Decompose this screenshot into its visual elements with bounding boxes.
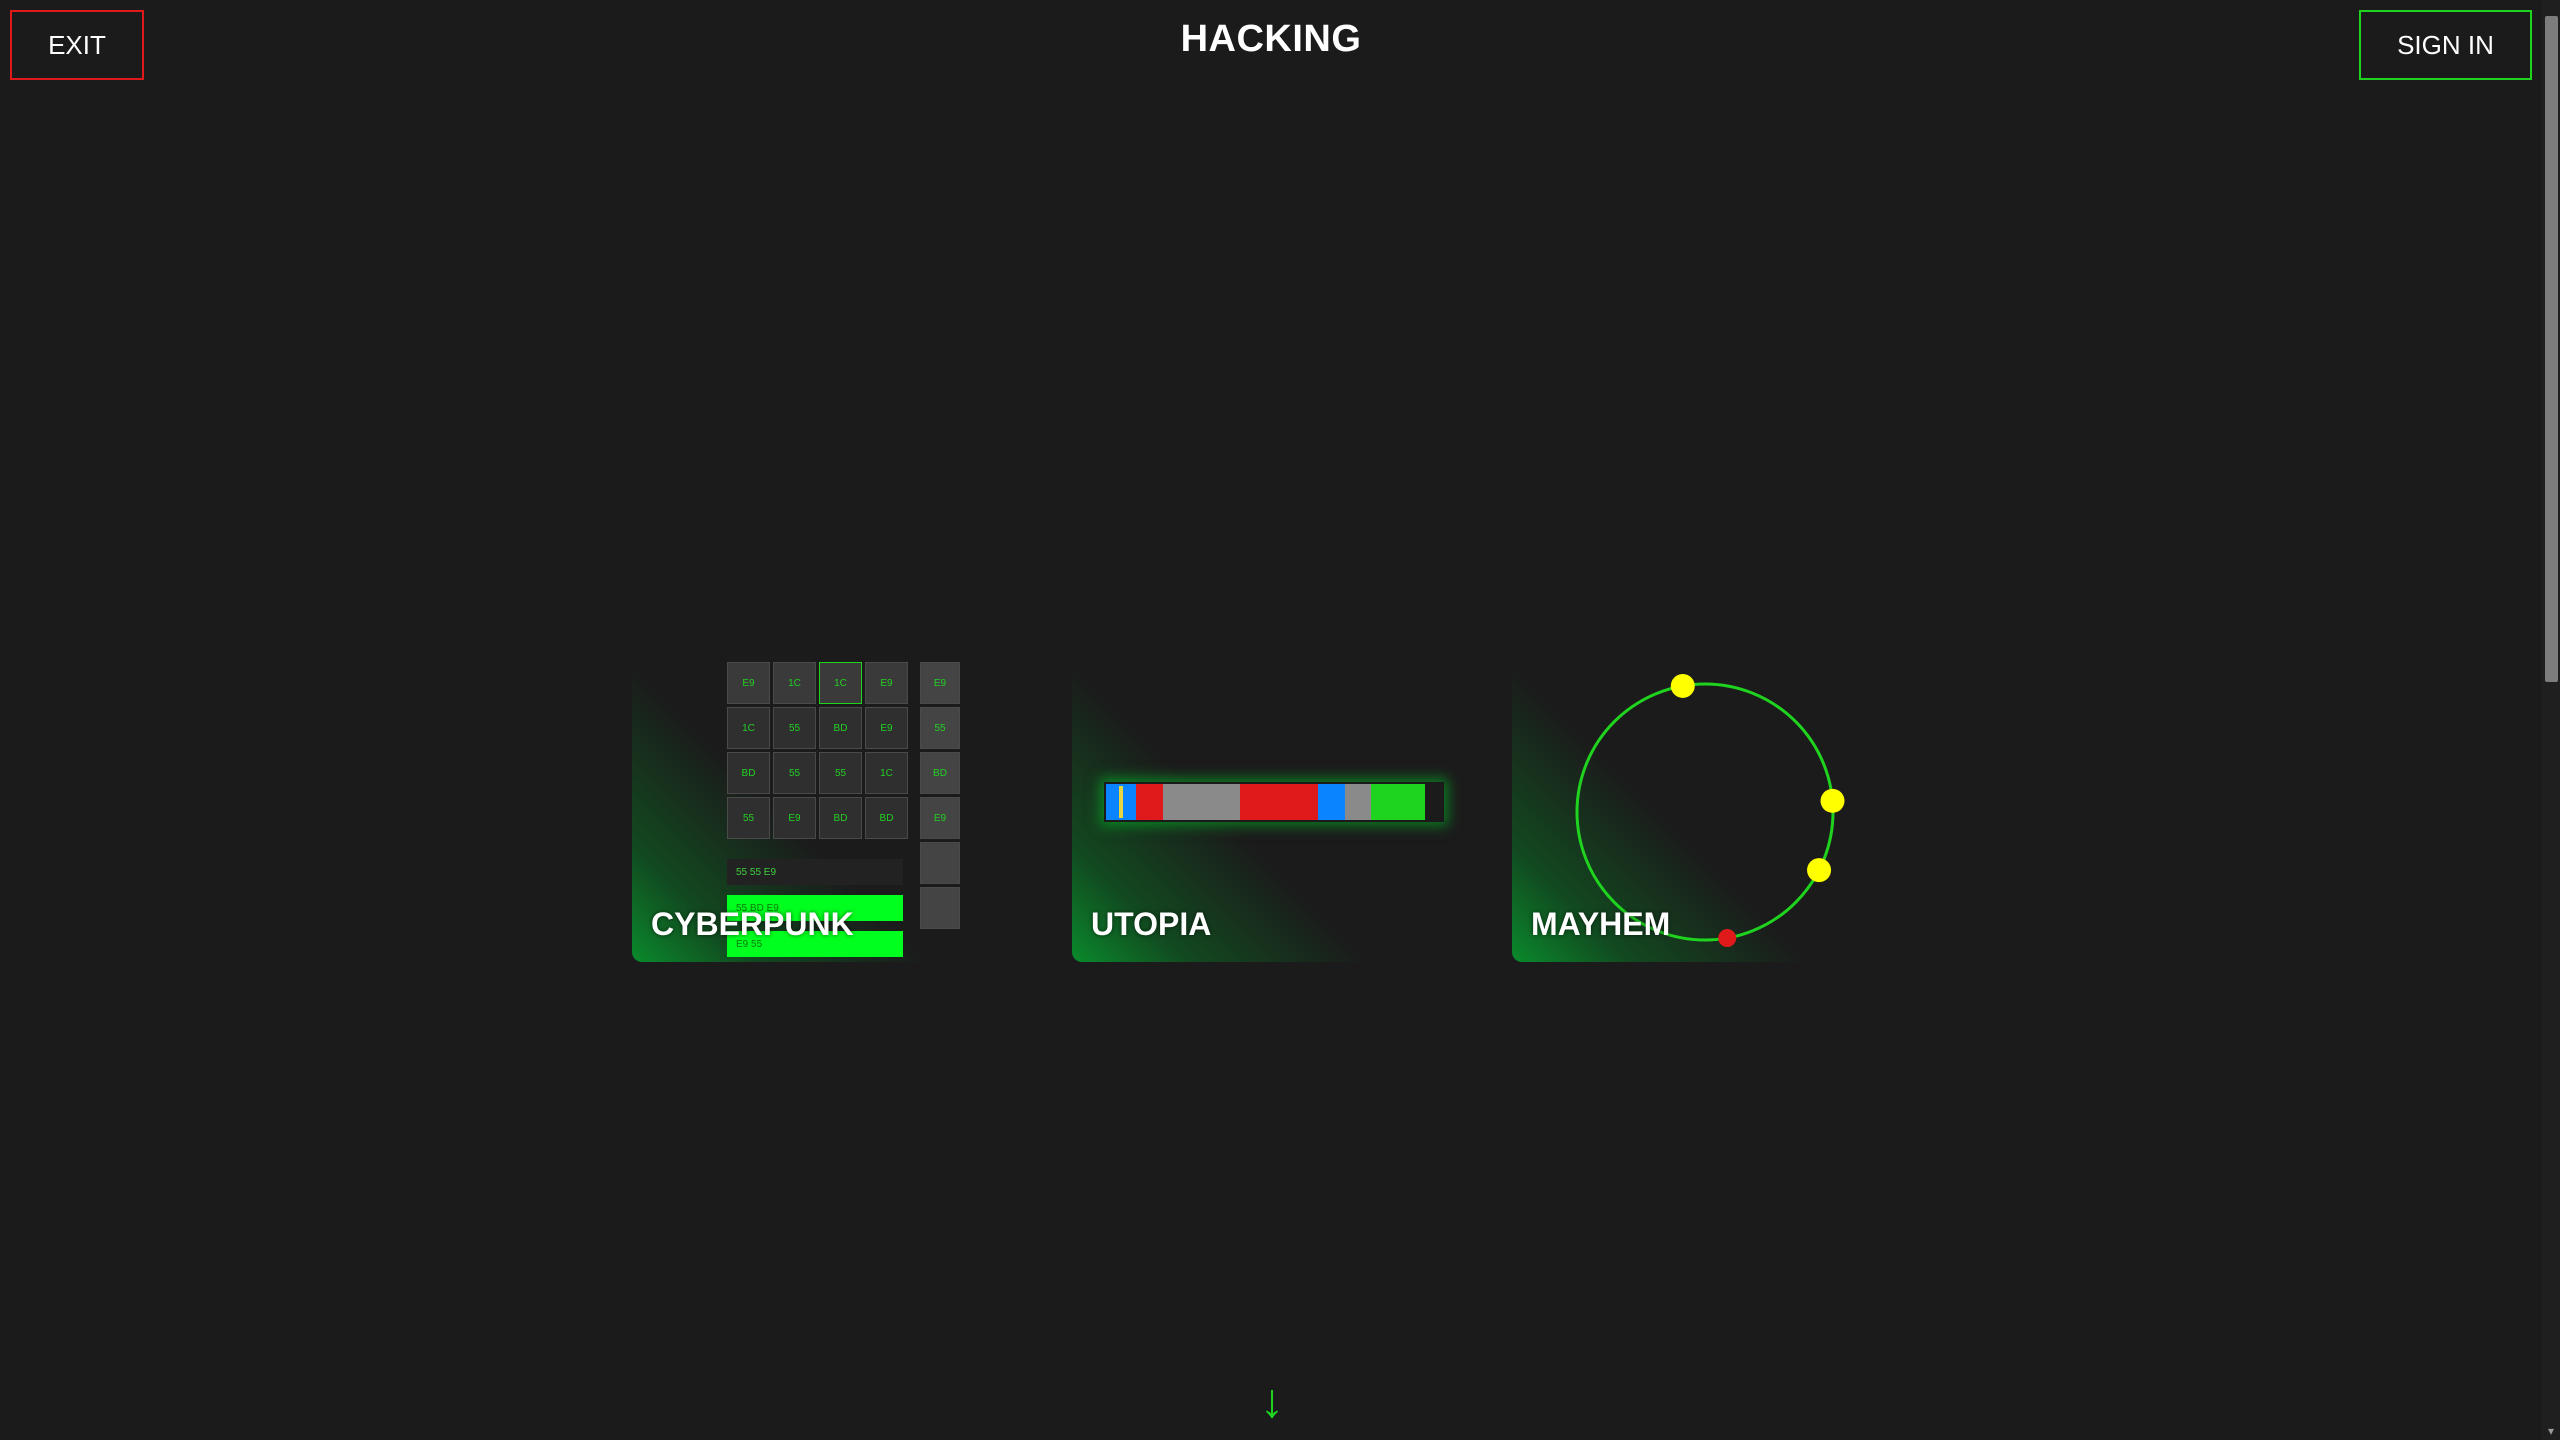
matrix-cell[interactable]: BD (819, 707, 862, 749)
sequence-cell (920, 887, 960, 929)
card-cyberpunk[interactable]: E9 1C 1C E9 1C 55 BD E9 BD 55 55 1C 55 E9 BD BD E9 55 BD E… (632, 662, 1072, 962)
timing-segment (1240, 784, 1318, 820)
sequence-cell: BD (920, 752, 960, 794)
matrix-cell[interactable]: 55 (727, 797, 770, 839)
sign-in-button[interactable]: SIGN IN (2359, 10, 2532, 80)
matrix-cell[interactable]: BD (865, 797, 908, 839)
page-title: HACKING (1180, 18, 1362, 60)
scrollbar-thumb[interactable] (2545, 16, 2558, 682)
card-label-utopia: UTOPIA (1091, 906, 1212, 942)
matrix-cell[interactable]: E9 (773, 797, 816, 839)
timing-segment (1136, 784, 1164, 820)
sequence-cell: E9 (920, 662, 960, 704)
timing-segment (1344, 784, 1372, 820)
matrix-cell[interactable]: 55 (773, 707, 816, 749)
cyberpunk-sequence-column: E9 55 BD E9 (920, 662, 960, 929)
matrix-cell[interactable]: 1C (773, 662, 816, 704)
timing-segment (1371, 784, 1426, 820)
timing-segment (1317, 784, 1345, 820)
matrix-cell[interactable]: E9 (727, 662, 770, 704)
matrix-cell[interactable]: BD (819, 797, 862, 839)
ring-node (1807, 858, 1832, 883)
matrix-cell[interactable]: 1C (727, 707, 770, 749)
scroll-down-icon[interactable]: ↓ (1250, 1372, 1294, 1432)
card-utopia[interactable]: UTOPIA (1072, 662, 1512, 962)
sequence-cell (920, 842, 960, 884)
ring-node (1718, 929, 1737, 948)
matrix-cell[interactable]: E9 (865, 707, 908, 749)
matrix-cell[interactable]: 55 (773, 752, 816, 794)
matrix-cell[interactable]: 55 (819, 752, 862, 794)
mayhem-ring (1575, 682, 1835, 942)
matrix-cell[interactable]: 1C (865, 752, 908, 794)
ring-node (1670, 673, 1695, 698)
card-label-mayhem: MAYHEM (1531, 906, 1671, 942)
utopia-cursor (1119, 786, 1123, 818)
matrix-cell[interactable]: 1C (819, 662, 862, 704)
sequence-cell: E9 (920, 797, 960, 839)
matrix-cell[interactable]: BD (727, 752, 770, 794)
cyberpunk-code-matrix: E9 1C 1C E9 1C 55 BD E9 BD 55 55 1C 55 E9 BD BD (727, 662, 908, 839)
utopia-timing-bar (1104, 782, 1444, 822)
sequence-cell: 55 (920, 707, 960, 749)
page: EXIT HACKING SIGN IN E9 1C 1C E9 1C 55 BD E9 BD 5… (0, 0, 2560, 1440)
scrollbar[interactable]: ▾ (2542, 0, 2560, 1440)
card-mayhem[interactable]: MAYHEM (1512, 662, 1952, 962)
ring-node (1820, 788, 1845, 813)
cyberpunk-buffer: 55 55 E9 (727, 859, 903, 885)
card-label-cyberpunk: CYBERPUNK (651, 906, 854, 942)
timing-segment (1163, 784, 1241, 820)
scroll-down-arrow-icon[interactable]: ▾ (2544, 1424, 2558, 1438)
matrix-cell[interactable]: E9 (865, 662, 908, 704)
